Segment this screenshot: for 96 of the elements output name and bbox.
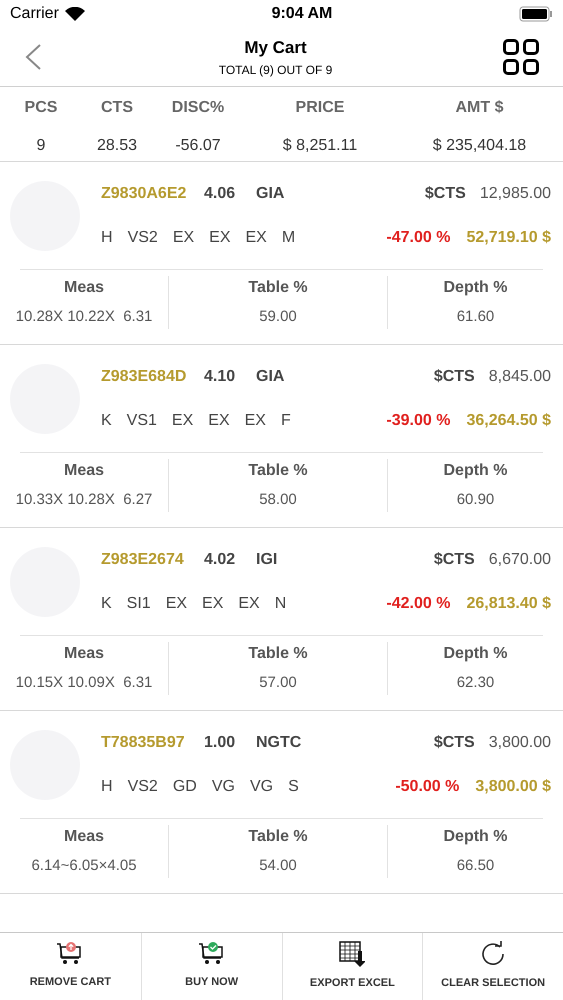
carat-weight: 4.10: [204, 366, 236, 386]
page-subtitle: TOTAL (9) OUT OF 9: [218, 62, 332, 79]
detail-value: 10.15X 10.09X 6.31: [16, 673, 152, 693]
grade-text: VG: [250, 776, 274, 796]
detail-value: 60.90: [456, 490, 494, 510]
summary-label: CTS: [101, 98, 133, 118]
detail-value: 66.50: [456, 856, 494, 876]
detail-label: Meas: [64, 827, 104, 847]
detail-value: 6.14~6.05×4.05: [31, 856, 137, 876]
detail-label: Table %: [248, 644, 308, 664]
refresh-icon: [480, 941, 506, 968]
grade-text: VG: [212, 776, 235, 796]
rate-value: 3,800.00: [488, 732, 551, 752]
battery-icon: [519, 6, 553, 22]
grade-text: EX: [166, 594, 188, 614]
detail-value: 59.00: [259, 307, 297, 327]
rate-label: $CTS: [434, 550, 475, 570]
summary-value: -56.07: [175, 136, 221, 156]
detail-label: Depth %: [444, 278, 508, 298]
carat-weight: 4.02: [204, 550, 236, 570]
action-button[interactable]: REMOVE CART: [0, 933, 141, 1000]
detail-value: 61.60: [456, 307, 494, 327]
rate-value: 6,670.00: [488, 550, 551, 570]
detail-label: Meas: [64, 461, 104, 481]
carrier-text: Carrier: [10, 4, 59, 24]
rate-value: 12,985.00: [480, 184, 551, 204]
spreadsheet-download-icon: [339, 941, 366, 968]
detail-label: Meas: [64, 644, 104, 664]
rate-label: $CTS: [434, 732, 475, 752]
grade-text: EX: [209, 228, 230, 248]
rate-value: 8,845.00: [488, 366, 551, 386]
clock-text: 9:04 AM: [272, 4, 332, 24]
lab-name: GIA: [256, 366, 284, 386]
grade-text: S: [288, 776, 299, 796]
grade-text: EX: [238, 594, 260, 614]
summary-label: DISC%: [172, 98, 224, 118]
grade-text: SI1: [126, 594, 151, 614]
detail-label: Depth %: [444, 461, 508, 481]
grade-text: M: [282, 228, 296, 248]
detail-label: Meas: [64, 278, 104, 298]
lab-name: IGI: [256, 550, 278, 570]
summary-label: PCS: [24, 98, 58, 118]
rate-label: $CTS: [424, 184, 466, 204]
grade-text: K: [101, 594, 112, 614]
detail-value: 54.00: [259, 856, 297, 876]
rate-label: $CTS: [434, 366, 475, 386]
detail-label: Depth %: [444, 644, 508, 664]
discount-value: -42.00 %: [386, 594, 450, 614]
detail-value: 62.30: [456, 673, 494, 693]
summary-label: AMT $: [456, 98, 504, 118]
discount-value: -50.00 %: [395, 776, 460, 796]
carat-weight: 4.06: [204, 184, 236, 204]
detail-value: 10.33X 10.28X 6.27: [16, 490, 152, 510]
amount-value: 3,800.00 $: [475, 776, 551, 796]
grid-view-button[interactable]: [503, 39, 539, 75]
grade-text: H: [101, 228, 113, 248]
page-title: My Cart: [244, 37, 307, 60]
summary-value: 28.53: [96, 136, 138, 156]
grade-text: EX: [172, 228, 194, 248]
summary-value: $ 235,404.18: [432, 136, 526, 156]
action-button[interactable]: CLEAR SELECTION: [422, 933, 563, 1000]
summary-label: PRICE: [296, 98, 344, 118]
amount-value: 26,813.40 $: [466, 594, 551, 614]
grade-text: VS1: [126, 410, 157, 430]
grade-text: GD: [172, 776, 197, 796]
detail-label: Table %: [248, 278, 308, 298]
detail-label: Table %: [248, 461, 308, 481]
grade-text: EX: [172, 410, 194, 430]
detail-value: 10.28X 10.22X 6.31: [16, 307, 152, 327]
grade-text: H: [101, 776, 113, 796]
grade-text: VS2: [128, 228, 158, 248]
detail-label: Depth %: [444, 827, 508, 847]
action-button[interactable]: EXPORT EXCEL: [282, 933, 422, 1000]
discount-value: -39.00 %: [386, 410, 450, 430]
amount-value: 36,264.50 $: [466, 410, 551, 430]
grade-text: VS2: [128, 776, 158, 796]
detail-value: 58.00: [259, 490, 297, 510]
grade-text: N: [274, 594, 286, 614]
wifi-icon: [64, 7, 85, 21]
detail-label: Table %: [248, 827, 308, 847]
summary-value: 9: [36, 136, 46, 156]
cart-check-icon: [198, 942, 226, 966]
lab-name: NGTC: [256, 732, 302, 752]
detail-value: 57.00: [259, 673, 297, 693]
amount-value: 52,719.10 $: [466, 228, 551, 248]
summary-value: $ 8,251.11: [282, 136, 358, 156]
grade-text: F: [280, 410, 291, 430]
grade-text: EX: [208, 410, 230, 430]
carat-weight: 1.00: [204, 732, 236, 752]
action-button[interactable]: BUY NOW: [140, 933, 282, 1000]
grade-text: K: [101, 410, 112, 430]
grade-text: EX: [246, 228, 267, 248]
grade-text: EX: [202, 594, 224, 614]
lab-name: GIA: [256, 184, 284, 204]
discount-value: -47.00 %: [386, 228, 450, 248]
grade-text: EX: [244, 410, 266, 430]
